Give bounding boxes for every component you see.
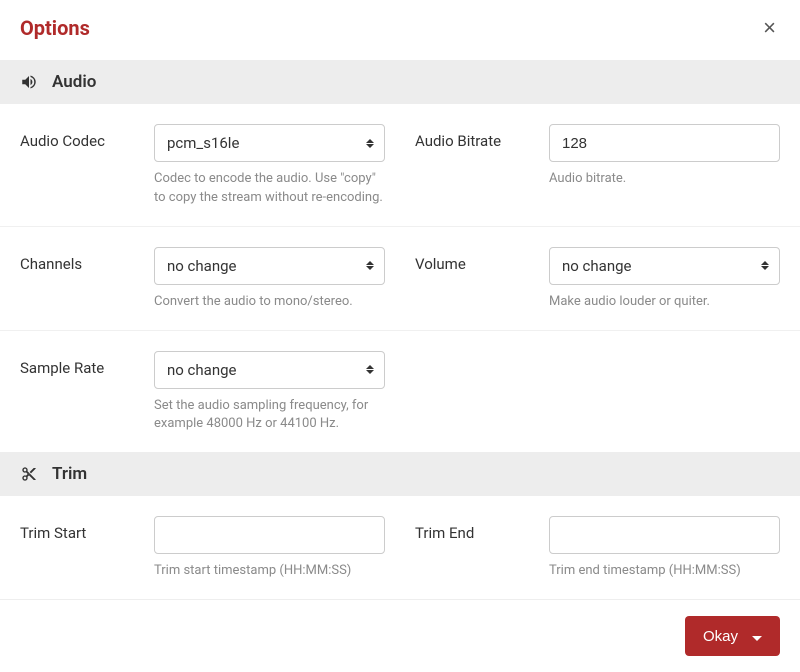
field-empty <box>415 351 780 435</box>
help-channels: Convert the audio to mono/stereo. <box>154 293 385 312</box>
row-sample-rate: Sample Rate no change Set the audio samp… <box>0 331 800 453</box>
select-caret-icon <box>366 365 374 374</box>
field-volume: Volume no change Make audio louder or qu… <box>415 247 780 312</box>
help-audio-codec: Codec to encode the audio. Use "copy" to… <box>154 170 385 208</box>
volume-icon <box>20 73 38 91</box>
close-icon: × <box>763 15 776 40</box>
label-audio-bitrate: Audio Bitrate <box>415 124 535 208</box>
label-trim-end: Trim End <box>415 516 535 581</box>
options-modal: Options × Audio Audio Codec pcm_s16le Co… <box>0 0 800 672</box>
okay-button-label: Okay <box>703 628 738 645</box>
row-trim: Trim Start Trim start timestamp (HH:MM:S… <box>0 496 800 599</box>
help-trim-end: Trim end timestamp (HH:MM:SS) <box>549 562 780 581</box>
label-audio-codec: Audio Codec <box>20 124 140 208</box>
row-channels-volume: Channels no change Convert the audio to … <box>0 227 800 331</box>
help-sample-rate: Set the audio sampling frequency, for ex… <box>154 397 385 435</box>
field-sample-rate: Sample Rate no change Set the audio samp… <box>20 351 385 435</box>
modal-title: Options <box>20 16 90 40</box>
help-trim-start: Trim start timestamp (HH:MM:SS) <box>154 562 385 581</box>
trim-form: Trim Start Trim start timestamp (HH:MM:S… <box>0 496 800 599</box>
select-sample-rate-value: no change <box>167 361 237 379</box>
help-audio-bitrate: Audio bitrate. <box>549 170 780 189</box>
close-button[interactable]: × <box>759 17 780 39</box>
label-volume: Volume <box>415 247 535 312</box>
select-volume[interactable]: no change <box>549 247 780 285</box>
select-caret-icon <box>761 261 769 270</box>
field-trim-start: Trim Start Trim start timestamp (HH:MM:S… <box>20 516 385 581</box>
select-sample-rate[interactable]: no change <box>154 351 385 389</box>
okay-button[interactable]: Okay <box>685 616 780 656</box>
scissors-icon <box>20 465 38 483</box>
section-header-audio: Audio <box>0 60 800 104</box>
input-audio-bitrate[interactable] <box>549 124 780 162</box>
audio-form: Audio Codec pcm_s16le Codec to encode th… <box>0 104 800 452</box>
modal-footer: Okay <box>0 599 800 672</box>
field-audio-bitrate: Audio Bitrate Audio bitrate. <box>415 124 780 208</box>
select-caret-icon <box>366 261 374 270</box>
input-trim-end[interactable] <box>549 516 780 554</box>
select-audio-codec-value: pcm_s16le <box>167 134 239 152</box>
label-trim-start: Trim Start <box>20 516 140 581</box>
field-channels: Channels no change Convert the audio to … <box>20 247 385 312</box>
help-volume: Make audio louder or quiter. <box>549 293 780 312</box>
select-audio-codec[interactable]: pcm_s16le <box>154 124 385 162</box>
label-channels: Channels <box>20 247 140 312</box>
select-channels-value: no change <box>167 257 237 275</box>
select-volume-value: no change <box>562 257 632 275</box>
label-sample-rate: Sample Rate <box>20 351 140 435</box>
section-header-trim: Trim <box>0 452 800 496</box>
modal-header: Options × <box>0 0 800 60</box>
input-trim-start[interactable] <box>154 516 385 554</box>
select-caret-icon <box>366 139 374 148</box>
section-title-audio: Audio <box>52 72 96 92</box>
select-channels[interactable]: no change <box>154 247 385 285</box>
field-trim-end: Trim End Trim end timestamp (HH:MM:SS) <box>415 516 780 581</box>
chevron-down-icon <box>752 628 762 645</box>
section-title-trim: Trim <box>52 464 87 484</box>
field-audio-codec: Audio Codec pcm_s16le Codec to encode th… <box>20 124 385 208</box>
row-codec-bitrate: Audio Codec pcm_s16le Codec to encode th… <box>0 104 800 227</box>
